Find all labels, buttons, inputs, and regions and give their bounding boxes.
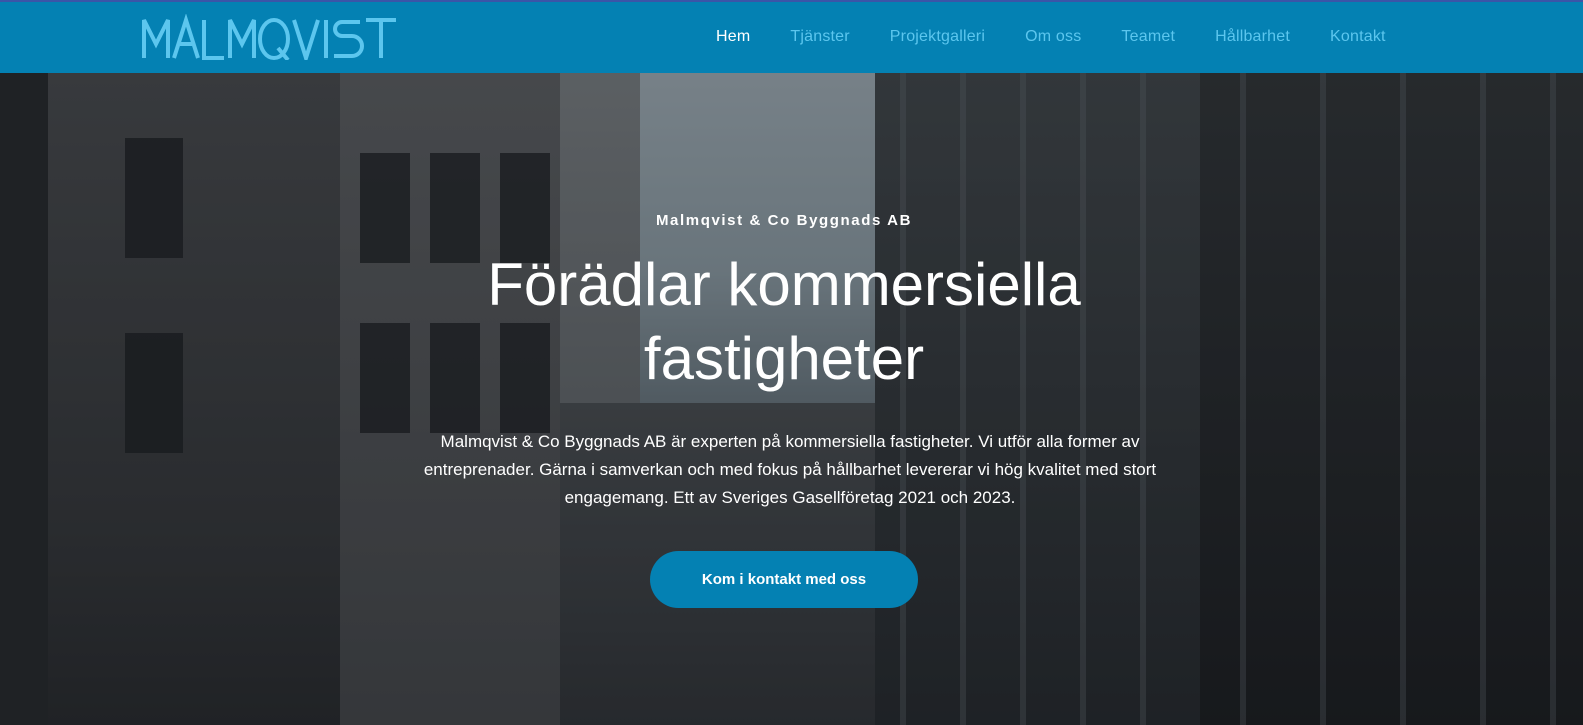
nav-item-om-oss[interactable]: Om oss — [1025, 28, 1081, 46]
contact-cta-button[interactable]: Kom i kontakt med oss — [650, 551, 918, 608]
site-header: Hem Tjänster Projektgalleri Om oss Teame… — [0, 0, 1583, 73]
hero-section — [0, 73, 1583, 725]
malmqvist-logo-icon — [142, 14, 396, 60]
nav-item-kontakt[interactable]: Kontakt — [1330, 28, 1386, 46]
nav-item-projektgalleri[interactable]: Projektgalleri — [890, 28, 985, 46]
hero-headline-line1: Förädlar kommersiella — [487, 251, 1081, 318]
main-nav: Hem Tjänster Projektgalleri Om oss Teame… — [700, 0, 1386, 73]
hero-intro-text: Malmqvist & Co Byggnads AB är experten p… — [423, 432, 1157, 507]
nav-item-hem[interactable]: Hem — [716, 28, 750, 46]
hero-headline-line2: fastigheter — [643, 325, 925, 392]
hero-subtitle: Malmqvist & Co Byggnads AB — [655, 212, 913, 229]
hero-headline: Förädlar kommersiella fastigheter — [0, 248, 1568, 396]
top-accent-line — [0, 0, 1583, 2]
nav-item-tjanster[interactable]: Tjänster — [790, 28, 849, 46]
site-logo[interactable] — [142, 14, 398, 60]
nav-item-teamet[interactable]: Teamet — [1121, 28, 1175, 46]
nav-item-hallbarhet[interactable]: Hållbarhet — [1215, 28, 1290, 46]
